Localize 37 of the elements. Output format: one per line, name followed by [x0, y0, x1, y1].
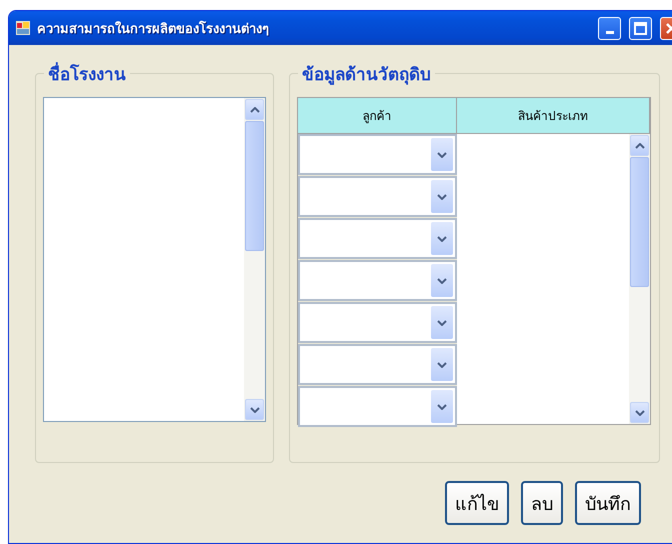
- dropdown-button[interactable]: [431, 264, 453, 297]
- dropdown-button[interactable]: [431, 180, 453, 213]
- dropdown-button[interactable]: [431, 138, 453, 171]
- dropdown-button[interactable]: [431, 306, 453, 339]
- chevron-up-icon: [634, 142, 644, 148]
- chevron-up-icon: [250, 106, 260, 112]
- minimize-icon: [606, 30, 614, 34]
- column-header[interactable]: ลูกค้า: [298, 98, 457, 134]
- chevron-down-icon: [437, 320, 447, 326]
- scrollbar[interactable]: [244, 98, 265, 421]
- maximize-icon: [634, 22, 647, 34]
- scroll-thumb[interactable]: [630, 157, 649, 287]
- dropdown-button[interactable]: [431, 222, 453, 255]
- chevron-down-icon: [250, 406, 260, 412]
- window-title: ความสามารถในการผลิตของโรงงานต่างๆ: [37, 20, 270, 38]
- action-button[interactable]: แก้ไข: [445, 481, 509, 525]
- minimize-button[interactable]: [598, 16, 621, 40]
- app-icon: [15, 20, 31, 36]
- action-button[interactable]: ลบ: [521, 481, 563, 525]
- chevron-down-icon: [437, 194, 447, 200]
- chevron-down-icon: [437, 362, 447, 368]
- scroll-down-button[interactable]: [245, 399, 264, 420]
- chevron-down-icon: [437, 278, 447, 284]
- dropdown-button[interactable]: [431, 348, 453, 381]
- scroll-down-button[interactable]: [630, 402, 649, 423]
- scroll-up-button[interactable]: [630, 135, 649, 156]
- chevron-down-icon: [437, 236, 447, 242]
- scrollbar[interactable]: [629, 134, 650, 424]
- dropdown-button[interactable]: [431, 390, 453, 423]
- chevron-down-icon: [634, 410, 644, 416]
- scroll-up-button[interactable]: [245, 99, 264, 120]
- maximize-button[interactable]: [629, 16, 652, 40]
- scroll-thumb[interactable]: [245, 121, 264, 251]
- chevron-down-icon: [437, 152, 447, 158]
- action-button[interactable]: บันทึก: [575, 481, 641, 525]
- chevron-down-icon: [437, 404, 447, 410]
- column-header[interactable]: สินค้าประเภท: [457, 98, 650, 134]
